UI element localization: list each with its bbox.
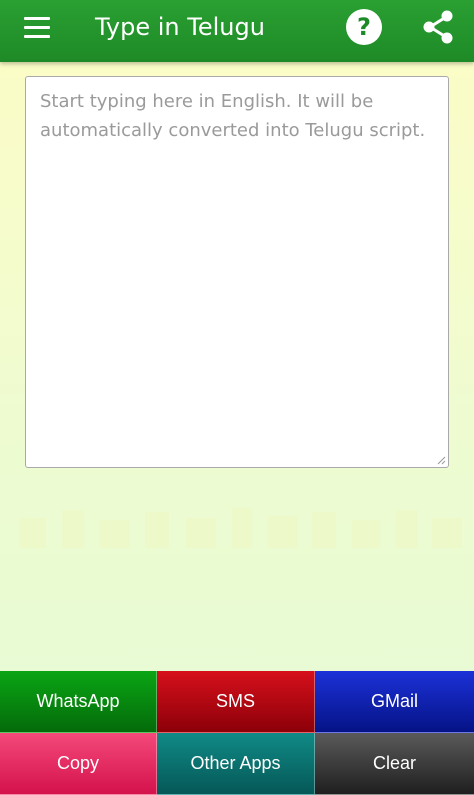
whatsapp-button[interactable]: WhatsApp xyxy=(0,671,157,733)
resize-grip-icon[interactable] xyxy=(436,455,446,465)
hamburger-menu-icon[interactable] xyxy=(24,17,50,39)
clear-button[interactable]: Clear xyxy=(315,733,474,795)
help-question-icon[interactable]: ? xyxy=(346,9,382,45)
telugu-text-input[interactable] xyxy=(26,77,448,467)
page-title: Type in Telugu xyxy=(95,13,265,41)
telugu-editor xyxy=(25,76,449,468)
background-pattern xyxy=(20,508,462,548)
share-actions-grid: WhatsApp SMS GMail Copy Other Apps Clear xyxy=(0,671,474,795)
app-bar: Type in Telugu ? xyxy=(0,0,474,62)
other-apps-button[interactable]: Other Apps xyxy=(157,733,315,795)
share-icon[interactable] xyxy=(420,9,456,45)
gmail-button[interactable]: GMail xyxy=(315,671,474,733)
sms-button[interactable]: SMS xyxy=(157,671,315,733)
copy-button[interactable]: Copy xyxy=(0,733,157,795)
